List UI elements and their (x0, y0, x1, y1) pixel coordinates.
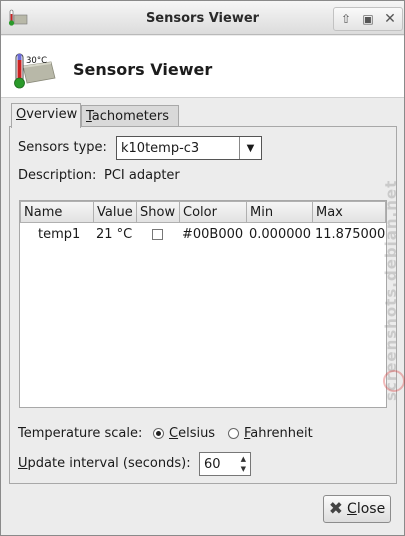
fahrenheit-radio[interactable] (228, 428, 239, 439)
tab-tachometers[interactable]: Tachometers (81, 105, 179, 127)
close-button-label: Close (347, 501, 386, 517)
sensors-table[interactable]: Name Value Show Color Min Max temp1 21 °… (19, 200, 387, 408)
show-checkbox[interactable] (152, 229, 163, 240)
celsius-radio[interactable] (153, 428, 164, 439)
watermark-logo-icon (383, 370, 405, 392)
tab-overview[interactable]: Overview (11, 103, 81, 128)
description-label: Description: (18, 168, 97, 183)
cell-value: 21 °C (96, 227, 133, 242)
close-x-icon: ✖ (328, 499, 344, 519)
minimize-icon[interactable]: ⇧ (337, 10, 355, 28)
dialog-header: 30°C Sensors Viewer (1, 36, 404, 98)
close-button[interactable]: ✖ Close (323, 495, 391, 523)
cell-max: 11.875000 (315, 227, 386, 242)
update-interval-value[interactable]: 60 (204, 457, 221, 472)
description-value: PCI adapter (104, 168, 180, 183)
watermark-text: screenshots.debian.net (382, 179, 400, 401)
sensors-type-select[interactable]: k10temp-c3 ▼ (116, 136, 262, 160)
spin-down-icon[interactable]: ▼ (241, 465, 246, 473)
column-header-show[interactable]: Show (136, 201, 180, 223)
celsius-label[interactable]: Celsius (169, 426, 215, 441)
update-interval-spinner[interactable]: 60 ▲ ▼ (199, 452, 251, 476)
maximize-icon[interactable]: ▣ (359, 10, 377, 28)
overview-panel: Sensors type: k10temp-c3 ▼ Description: … (9, 126, 397, 484)
column-header-name[interactable]: Name (20, 201, 94, 223)
sensors-type-label: Sensors type: (18, 140, 107, 155)
thermometer-chip-icon: 30°C (14, 53, 56, 89)
fahrenheit-label[interactable]: Fahrenheit (244, 426, 313, 441)
temperature-scale-label: Temperature scale: (18, 426, 143, 441)
column-header-value[interactable]: Value (93, 201, 137, 223)
update-interval-label: Update interval (seconds): (18, 456, 191, 471)
spin-up-icon[interactable]: ▲ (241, 455, 246, 463)
table-header: Name Value Show Color Min Max (20, 201, 386, 223)
column-header-color[interactable]: Color (179, 201, 247, 223)
column-header-max[interactable]: Max (312, 201, 386, 223)
dropdown-arrow-icon[interactable]: ▼ (239, 137, 261, 159)
icon-temp-label: 30°C (26, 56, 47, 66)
header-title: Sensors Viewer (73, 60, 213, 79)
column-header-min[interactable]: Min (246, 201, 313, 223)
cell-name: temp1 (38, 227, 81, 242)
title-bar[interactable]: Sensors Viewer ⇧ ▣ ✕ (1, 1, 404, 35)
close-icon[interactable]: ✕ (381, 10, 399, 28)
sensors-type-value: k10temp-c3 (121, 141, 200, 156)
cell-color: #00B000 (182, 227, 244, 242)
cell-min: 0.000000 (249, 227, 312, 242)
sensors-viewer-window: Sensors Viewer ⇧ ▣ ✕ 30°C Sensors Viewer… (0, 0, 405, 536)
